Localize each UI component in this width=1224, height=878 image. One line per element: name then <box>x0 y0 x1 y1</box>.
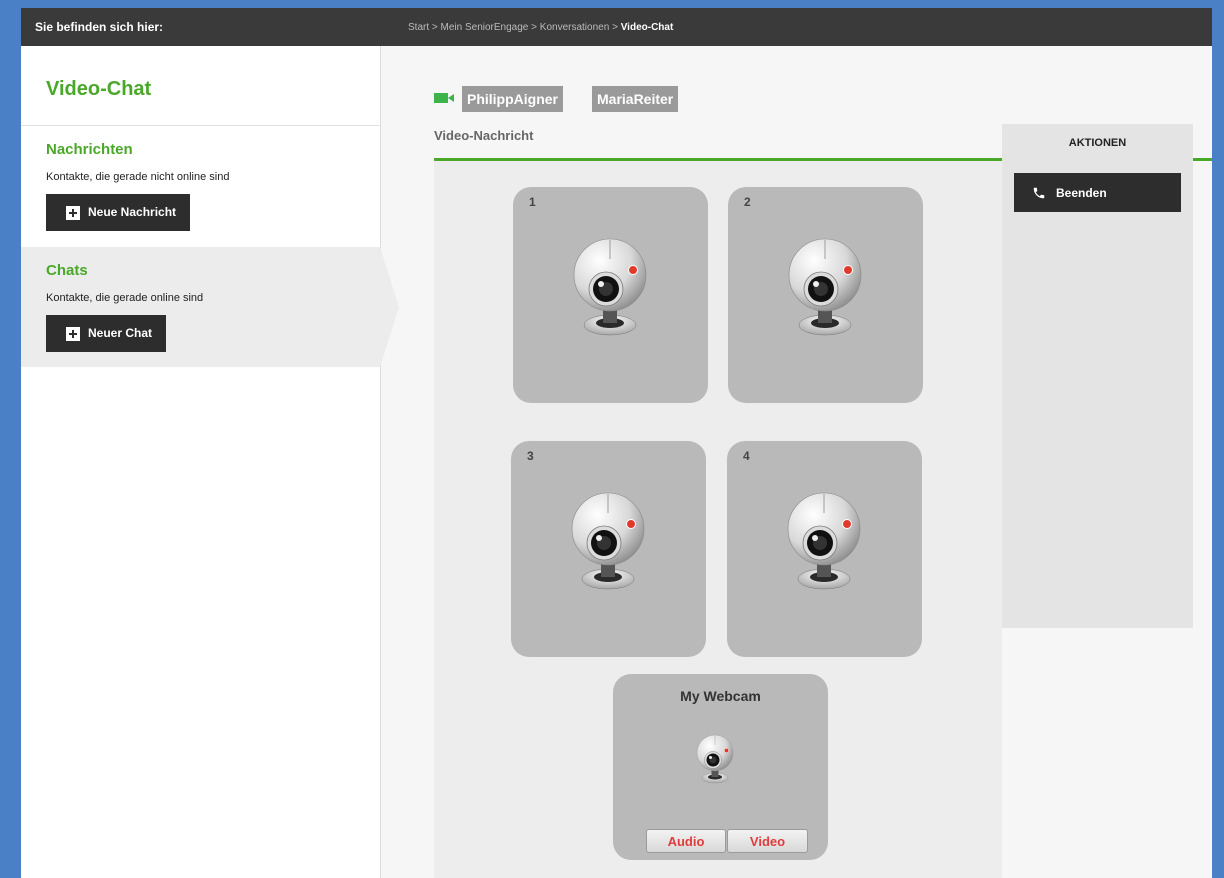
end-call-label: Beenden <box>1056 185 1107 200</box>
breadcrumb-separator: > <box>531 22 537 33</box>
my-webcam-label: My Webcam <box>680 688 761 704</box>
new-chat-label: Neuer Chat <box>88 326 153 340</box>
page-title: Video-Chat <box>46 78 152 100</box>
breadcrumb-separator: > <box>431 22 438 33</box>
my-webcam-panel: My Webcam Audio Video <box>613 674 828 860</box>
breadcrumb-konversationen[interactable]: Konversationen <box>540 22 610 33</box>
tile-number: 2 <box>744 195 751 209</box>
main-content: PhilippAigner MariaReiter Video-Nachrich… <box>381 46 1212 878</box>
section-chats: Chats Kontakte, die gerade online sind N… <box>21 247 399 367</box>
location-label: Sie befinden sich hier: <box>35 20 164 34</box>
app-frame: Sie befinden sich hier: Start > Mein Sen… <box>21 8 1212 878</box>
breadcrumb: Start > Mein SeniorEngage > Konversation… <box>408 22 673 33</box>
participant-tag-philippaigner[interactable]: PhilippAigner <box>462 86 563 112</box>
video-message-heading: Video-Nachricht <box>434 128 534 143</box>
webcam-icon <box>570 237 650 337</box>
video-camera-icon <box>434 93 454 103</box>
breadcrumb-video-chat: Video-Chat <box>620 22 674 33</box>
breadcrumb-mein-seniorengage[interactable]: Mein SeniorEngage <box>441 22 529 33</box>
end-call-button[interactable]: Beenden <box>1014 173 1181 212</box>
breadcrumb-separator: > <box>612 22 618 33</box>
section-heading: Chats <box>46 262 88 279</box>
participant-tag-mariareiter[interactable]: MariaReiter <box>592 86 679 112</box>
section-heading: Nachrichten <box>46 141 133 158</box>
breadcrumb-start[interactable]: Start <box>408 22 429 33</box>
sidebar: Video-Chat Nachrichten Kontakte, die ger… <box>21 46 399 878</box>
webcam-icon <box>785 237 865 337</box>
plus-icon <box>66 326 80 341</box>
tile-number: 4 <box>743 449 750 463</box>
video-tile-2[interactable]: 2 <box>728 187 923 403</box>
video-tile-1[interactable]: 1 <box>513 187 708 403</box>
video-tile-3[interactable]: 3 <box>511 441 706 657</box>
tile-number: 1 <box>529 195 536 209</box>
actions-panel: AKTIONEN Beenden <box>1002 124 1193 628</box>
new-message-button[interactable]: Neue Nachricht <box>46 194 191 231</box>
video-tile-4[interactable]: 4 <box>727 441 922 657</box>
actions-heading: AKTIONEN <box>1068 137 1127 149</box>
tile-number: 3 <box>527 449 534 463</box>
webcam-icon <box>695 734 735 784</box>
webcam-icon <box>784 491 864 591</box>
webcam-icon <box>568 491 648 591</box>
section-description: Kontakte, die gerade nicht online sind <box>46 171 230 183</box>
new-chat-button[interactable]: Neuer Chat <box>46 315 167 352</box>
phone-icon <box>1033 187 1045 198</box>
plus-icon <box>66 205 80 220</box>
top-bar: Sie befinden sich hier: Start > Mein Sen… <box>21 8 1212 46</box>
video-toggle-button[interactable]: Video <box>727 829 808 853</box>
section-description: Kontakte, die gerade online sind <box>46 292 204 304</box>
section-nachrichten: Nachrichten Kontakte, die gerade nicht o… <box>21 125 380 246</box>
audio-toggle-button[interactable]: Audio <box>646 829 726 853</box>
new-message-label: Neue Nachricht <box>88 205 177 219</box>
